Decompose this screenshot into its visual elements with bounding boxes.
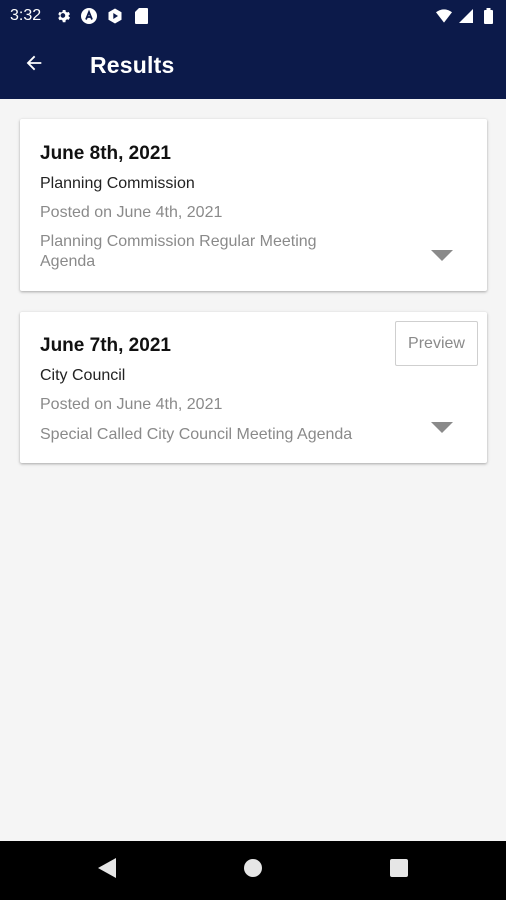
battery-icon (480, 7, 496, 24)
settings-icon (55, 8, 71, 24)
back-button[interactable] (6, 31, 62, 99)
expand-caret-icon[interactable] (431, 422, 453, 433)
meeting-body: Planning Commission (40, 175, 195, 192)
page-title: Results (90, 51, 175, 78)
nav-recents-button[interactable] (326, 841, 472, 900)
back-triangle-icon (98, 858, 116, 883)
meeting-body: City Council (40, 367, 126, 384)
recents-square-icon (390, 859, 408, 882)
posted-date: Posted on June 4th, 2021 (40, 396, 223, 413)
wifi-icon (436, 8, 452, 24)
preview-button[interactable]: Preview (395, 321, 478, 366)
status-time: 3:32 (10, 6, 42, 24)
play-icon (107, 8, 123, 24)
meeting-description: Special Called City Council Meeting Agen… (40, 426, 353, 443)
nav-back-button[interactable] (34, 841, 180, 900)
status-icons-right (436, 7, 496, 24)
app-bar: Results (0, 31, 506, 99)
status-icons-left (55, 7, 149, 24)
home-circle-icon (243, 858, 263, 883)
signal-icon (458, 8, 474, 24)
meeting-date: June 8th, 2021 (40, 143, 171, 164)
sd-card-icon (133, 7, 149, 24)
meeting-date: June 7th, 2021 (40, 335, 171, 356)
at-icon (81, 7, 98, 24)
nav-home-button[interactable] (180, 841, 326, 900)
result-card[interactable]: June 7th, 2021 City Council Posted on Ju… (20, 312, 487, 463)
posted-date: Posted on June 4th, 2021 (40, 204, 223, 221)
expand-caret-icon[interactable] (431, 250, 453, 261)
meeting-description: Planning Commission Regular Meeting Agen… (40, 233, 317, 270)
result-card[interactable]: June 8th, 2021 Planning Commission Poste… (20, 119, 487, 291)
arrow-back-icon (23, 52, 45, 79)
status-bar: 3:32 (0, 0, 506, 31)
system-nav-bar (0, 841, 506, 900)
